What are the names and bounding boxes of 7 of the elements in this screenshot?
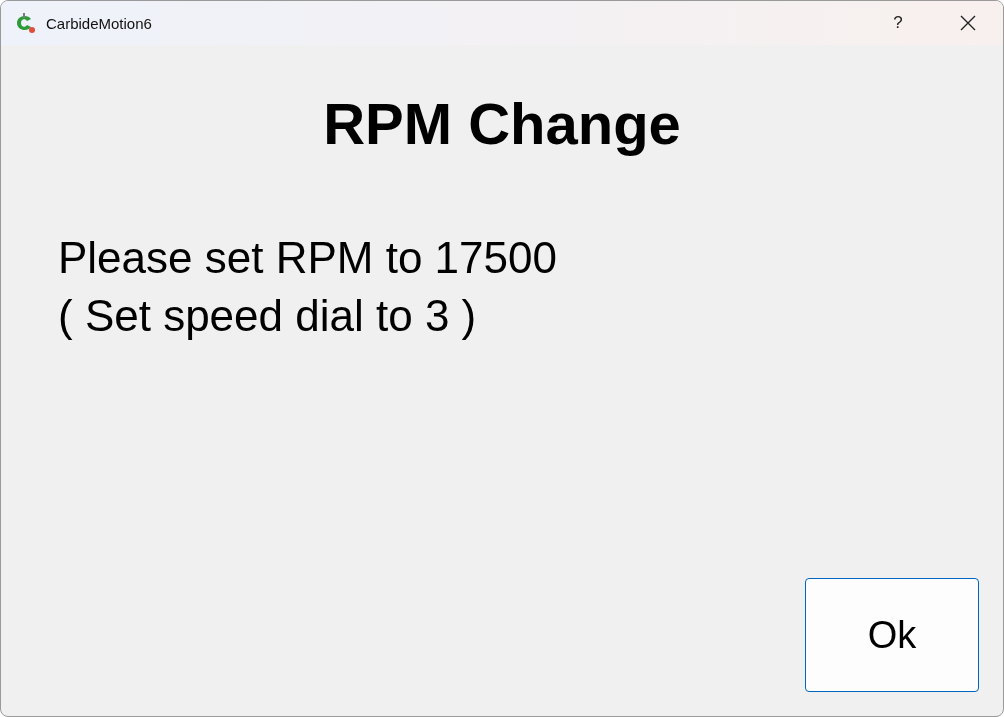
help-button[interactable]: ? (863, 1, 933, 45)
message-text: ( Set speed dial to 3 ) (58, 290, 478, 342)
window-title: CarbideMotion6 (46, 14, 153, 32)
ok-button[interactable]: Ok (805, 578, 979, 692)
app-icon (14, 12, 36, 34)
close-icon (960, 15, 976, 31)
message-text: Please set RPM to 17500 (58, 232, 558, 284)
